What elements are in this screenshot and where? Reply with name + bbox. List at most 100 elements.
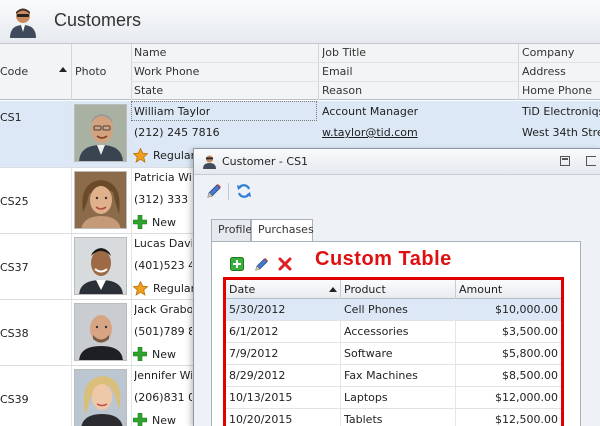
column-divider (71, 234, 72, 299)
row-status[interactable]: New (133, 214, 176, 230)
purchases-table-header: Date Product Amount (226, 280, 561, 299)
column-divider (131, 168, 132, 233)
header-work-phone[interactable]: Work Phone (134, 65, 199, 78)
purchase-product: Accessories (344, 325, 409, 338)
plus-icon (133, 215, 147, 229)
header-company[interactable]: Company (522, 46, 574, 59)
header-divider (71, 44, 72, 100)
header-divider (518, 44, 519, 100)
column-divider (455, 343, 456, 364)
purchase-row[interactable]: 7/9/2012 Software $5,800.00 (226, 343, 561, 365)
row-status[interactable]: Regular (133, 280, 195, 296)
customer-dialog: Customer - CS1 Profile Purchases Custom … (193, 148, 600, 426)
restore-icon (562, 158, 568, 160)
column-header-date[interactable]: Date (229, 283, 255, 296)
row-status[interactable]: New (133, 412, 176, 426)
header-divider (318, 44, 319, 100)
customer-photo (74, 237, 127, 295)
pencil-icon[interactable] (254, 257, 269, 272)
column-divider (71, 300, 72, 365)
column-divider (71, 366, 72, 426)
sort-ascending-icon (329, 287, 337, 292)
header-address[interactable]: Address (522, 65, 566, 78)
purchase-amount: $12,500.00 (495, 413, 558, 426)
header-name[interactable]: Name (134, 46, 166, 59)
header-divider (131, 81, 600, 82)
row-company[interactable]: TiD Electroniqs (522, 105, 600, 118)
purchase-product: Cell Phones (344, 303, 408, 316)
row-name[interactable]: Jennifer Wis (134, 369, 192, 382)
row-job-title[interactable]: Account Manager (322, 105, 418, 118)
column-divider (340, 299, 341, 320)
row-name[interactable]: Patricia Wils (134, 171, 192, 184)
purchase-row[interactable]: 8/29/2012 Fax Machines $8,500.00 (226, 365, 561, 387)
purchase-product: Laptops (344, 391, 388, 404)
column-divider (340, 387, 341, 408)
row-work-phone[interactable]: (312) 333 3 (134, 193, 192, 206)
header-divider (340, 280, 341, 299)
header-job-title[interactable]: Job Title (322, 46, 366, 59)
title-bar: Customers (0, 0, 600, 44)
dialog-toolbar (194, 175, 600, 209)
header-code[interactable]: Code (0, 65, 28, 78)
header-reason[interactable]: Reason (322, 84, 362, 97)
purchase-amount: $5,800.00 (502, 347, 558, 360)
customer-photo (74, 104, 127, 162)
header-home-phone[interactable]: Home Phone (522, 84, 592, 97)
add-icon[interactable] (230, 257, 244, 271)
status-label: New (152, 347, 176, 361)
tab-profile[interactable]: Profile (211, 219, 252, 241)
header-divider (131, 44, 132, 100)
purchase-product: Fax Machines (344, 369, 418, 382)
restore-button[interactable] (560, 156, 570, 166)
sort-ascending-icon (59, 67, 67, 72)
row-work-phone[interactable]: (212) 245 7816 (134, 126, 220, 139)
dialog-title-bar[interactable]: Customer - CS1 (194, 149, 600, 175)
maximize-button[interactable] (586, 156, 596, 166)
customer-photo (74, 171, 127, 229)
column-divider (455, 321, 456, 342)
row-code: CS38 (0, 327, 29, 340)
page-title: Customers (54, 10, 142, 30)
customer-photo (74, 303, 127, 361)
row-status[interactable]: New (133, 346, 176, 362)
header-photo[interactable]: Photo (75, 65, 106, 78)
column-divider (71, 168, 72, 233)
column-header-product[interactable]: Product (344, 283, 386, 296)
row-work-phone[interactable]: (401)523 44 (134, 259, 192, 272)
purchase-amount: $3,500.00 (502, 325, 558, 338)
purchase-date: 10/20/2015 (229, 413, 293, 426)
row-status[interactable]: Regular (133, 147, 195, 163)
row-address[interactable]: West 34th Stre (522, 126, 600, 139)
purchase-product: Tablets (344, 413, 383, 426)
row-code: CS39 (0, 393, 29, 406)
purchase-date: 5/30/2012 (229, 303, 286, 316)
row-email[interactable]: w.taylor@tid.com (322, 126, 418, 139)
column-header-amount[interactable]: Amount (459, 283, 502, 296)
row-name[interactable]: William Taylor (134, 105, 210, 118)
purchases-panel: Custom Table Date Product Amount 5/30/20… (211, 241, 581, 426)
purchase-row[interactable]: 5/30/2012 Cell Phones $10,000.00 (226, 299, 561, 321)
header-state[interactable]: State (134, 84, 163, 97)
plus-icon (133, 347, 147, 361)
column-divider (455, 299, 456, 320)
row-work-phone[interactable]: (206)831 00 (134, 391, 192, 404)
grid-header: Code Photo Name Job Title Company Work P… (0, 44, 600, 100)
column-divider (131, 366, 132, 426)
header-divider (131, 62, 600, 63)
status-label: Regular (153, 281, 196, 295)
row-work-phone[interactable]: (501)789 80 (134, 325, 192, 338)
refresh-icon[interactable] (236, 183, 252, 199)
purchase-row[interactable]: 10/13/2015 Laptops $12,000.00 (226, 387, 561, 409)
row-name[interactable]: Lucas David (134, 237, 192, 250)
header-email[interactable]: Email (322, 65, 353, 78)
purchase-row[interactable]: 6/1/2012 Accessories $3,500.00 (226, 321, 561, 343)
purchase-row[interactable]: 10/20/2015 Tablets $12,500.00 (226, 409, 561, 426)
row-name[interactable]: Jack Grabov (134, 303, 192, 316)
purchase-date: 8/29/2012 (229, 369, 286, 382)
tab-purchases[interactable]: Purchases (251, 219, 314, 242)
delete-icon[interactable] (278, 257, 292, 271)
column-divider (455, 387, 456, 408)
purchase-product: Software (344, 347, 393, 360)
pencil-icon[interactable] (206, 183, 222, 199)
